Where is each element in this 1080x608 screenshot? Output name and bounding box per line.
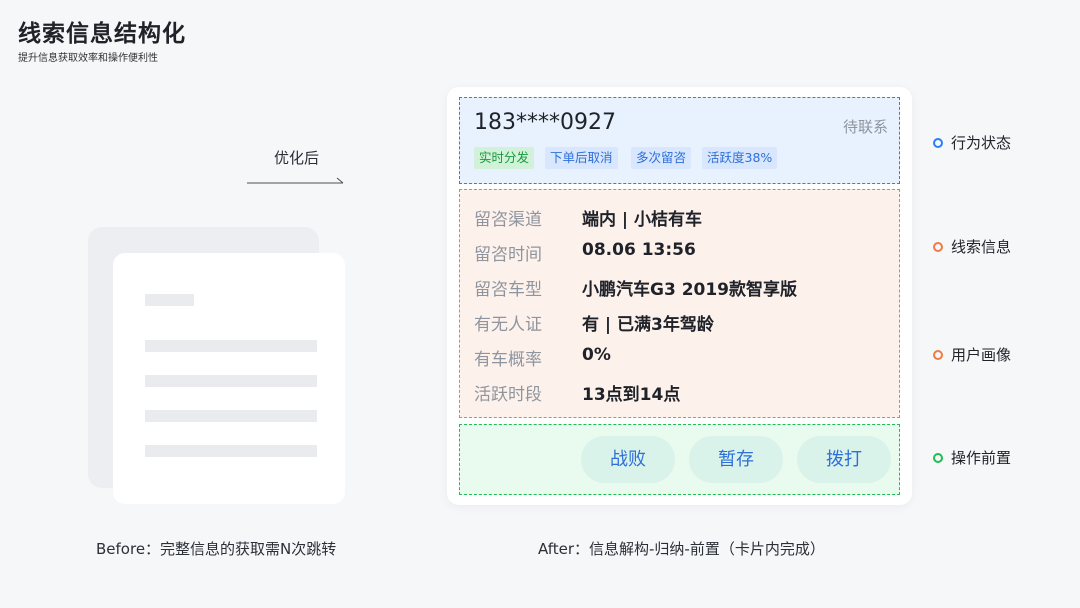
tag-cancelled: 下单后取消 <box>545 147 618 169</box>
legend-dot-profile <box>933 350 943 360</box>
row-value: 08.06 13:56 <box>582 240 696 260</box>
status-badge: 待联系 <box>843 118 889 136</box>
document-line <box>145 445 317 457</box>
legend-profile: 用户画像 <box>951 346 1012 364</box>
row-label: 有无人证 <box>474 315 542 335</box>
legend-dot-action <box>933 453 943 463</box>
row-label: 留咨渠道 <box>474 210 542 230</box>
transition-label: 优化后 <box>274 149 320 167</box>
row-value: 13点到14点 <box>582 385 681 405</box>
document-line <box>145 294 194 306</box>
tag-multiple: 多次留咨 <box>631 147 692 169</box>
legend-dot-info <box>933 242 943 252</box>
row-label: 留咨时间 <box>474 245 542 265</box>
legend-dot-status <box>933 138 943 148</box>
row-value: 小鹏汽车G3 2019款智享版 <box>582 280 798 300</box>
row-value: 端内 | 小桔有车 <box>582 210 703 230</box>
page-title: 线索信息结构化 <box>18 21 186 47</box>
legend-status: 行为状态 <box>951 134 1012 152</box>
hold-button[interactable]: 暂存 <box>689 436 783 483</box>
after-caption: After：信息解构-归纳-前置（卡片内完成） <box>538 540 825 558</box>
defeat-button[interactable]: 战败 <box>581 436 675 483</box>
call-button[interactable]: 拨打 <box>797 436 891 483</box>
document-line <box>145 410 317 422</box>
before-caption: Before：完整信息的获取需N次跳转 <box>96 540 337 558</box>
row-value: 有 | 已满3年驾龄 <box>582 315 714 335</box>
row-value: 0% <box>582 345 611 365</box>
phone-number: 183****0927 <box>474 110 616 135</box>
arrow-right-icon <box>247 177 344 184</box>
page-subtitle: 提升信息获取效率和操作便利性 <box>18 53 158 64</box>
legend-action: 操作前置 <box>951 449 1012 467</box>
row-label: 有车概率 <box>474 350 542 370</box>
document-line <box>145 340 317 352</box>
tag-realtime: 实时分发 <box>474 147 535 169</box>
row-label: 留咨车型 <box>474 280 542 300</box>
row-label: 活跃时段 <box>474 385 542 405</box>
tag-activity: 活跃度38% <box>702 147 778 169</box>
document-line <box>145 375 317 387</box>
legend-info: 线索信息 <box>951 238 1012 256</box>
